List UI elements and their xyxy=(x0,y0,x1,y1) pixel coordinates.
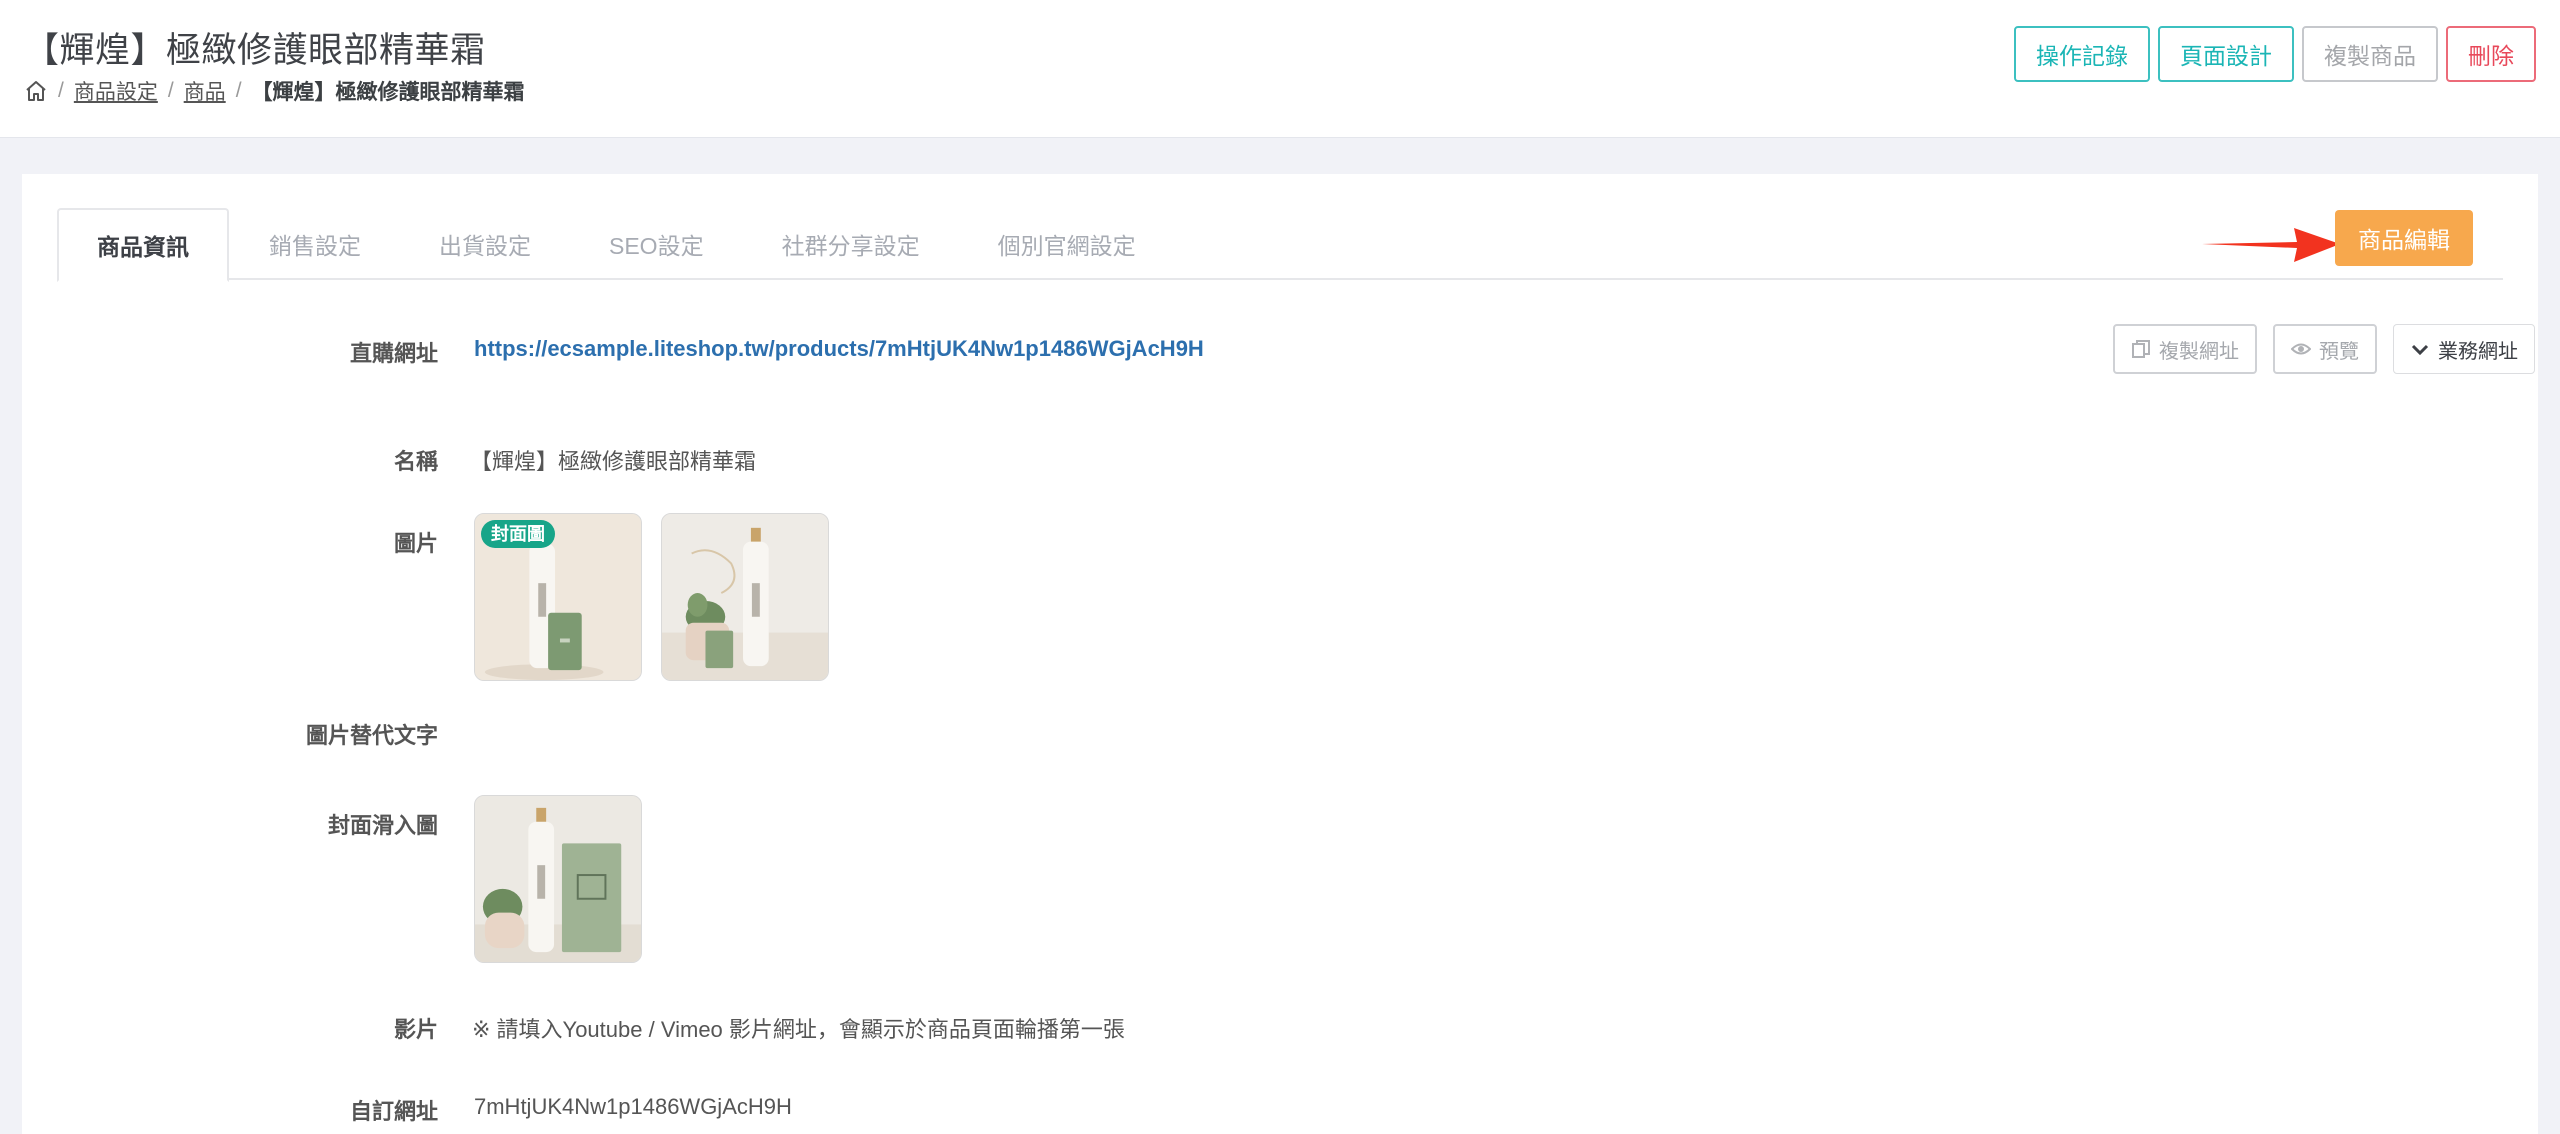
chevron-down-icon xyxy=(2411,344,2429,356)
edit-product-button[interactable]: 商品編輯 xyxy=(2335,210,2473,266)
images-label: 圖片 xyxy=(393,531,438,556)
breadcrumb-separator: / xyxy=(58,79,64,102)
breadcrumb-separator: / xyxy=(167,79,174,102)
direct-url-label: 直購網址 xyxy=(349,341,438,366)
cover-slide-image[interactable] xyxy=(474,795,642,963)
page-title: 【輝煌】極緻修護眼部精華霜 xyxy=(24,31,486,70)
business-url-label: 業務網址 xyxy=(2438,340,2518,363)
operation-log-button[interactable]: 操作記錄 xyxy=(2014,26,2150,82)
business-url-dropdown[interactable]: 業務網址 xyxy=(2393,324,2535,374)
product-image-1[interactable]: 封面圖 xyxy=(474,513,642,681)
product-photo-bottle-plant xyxy=(662,514,828,680)
breadcrumb-link-product-settings[interactable]: 商品設定 xyxy=(74,76,158,106)
top-header: 【輝煌】極緻修護眼部精華霜 / 商品設定 / 商品 / 【輝煌】極緻修護眼部精華… xyxy=(0,0,2560,138)
tab-bar: 商品資訊 銷售設定 出貨設定 SEO設定 社群分享設定 個別官網設定 xyxy=(57,208,2503,282)
video-label: 影片 xyxy=(393,1017,438,1042)
copy-url-button[interactable]: 複製網址 xyxy=(2113,324,2257,374)
custom-url-label: 自訂網址 xyxy=(349,1099,438,1124)
tab-product-info[interactable]: 商品資訊 xyxy=(57,208,229,282)
product-card: 商品資訊 銷售設定 出貨設定 SEO設定 社群分享設定 個別官網設定 商品編輯 … xyxy=(22,174,2538,1134)
breadcrumb-separator: / xyxy=(235,79,242,102)
name-label: 名稱 xyxy=(393,449,438,474)
tab-shipping-settings[interactable]: 出貨設定 xyxy=(401,208,569,280)
tab-social-share-settings[interactable]: 社群分享設定 xyxy=(744,208,958,280)
delete-button[interactable]: 刪除 xyxy=(2446,26,2536,82)
eye-icon xyxy=(2291,343,2311,355)
cover-slide-image-label: 封面滑入圖 xyxy=(327,813,438,838)
red-arrow-icon xyxy=(2202,228,2340,262)
tab-seo-settings[interactable]: SEO設定 xyxy=(571,208,742,280)
image-alt-text-label: 圖片替代文字 xyxy=(305,723,438,748)
copy-url-label: 複製網址 xyxy=(2159,340,2239,363)
copy-product-button[interactable]: 複製商品 xyxy=(2302,26,2438,82)
breadcrumb: / 商品設定 / 商品 / 【輝煌】極緻修護眼部精華霜 xyxy=(24,76,525,106)
direct-url-link[interactable]: https://ecsample.liteshop.tw/products/7m… xyxy=(474,336,1204,362)
video-hint: ※ 請填入Youtube / Vimeo 影片網址，會顯示於商品頁面輪播第一張 xyxy=(472,1017,1125,1042)
page-design-button[interactable]: 頁面設計 xyxy=(2158,26,2294,82)
name-value: 【輝煌】極緻修護眼部精華霜 xyxy=(470,449,757,474)
breadcrumb-current: 【輝煌】極緻修護眼部精華霜 xyxy=(251,81,525,104)
custom-url-value: 7mHtjUK4Nw1p1486WGjAcH9H xyxy=(474,1094,792,1119)
preview-button[interactable]: 預覽 xyxy=(2273,324,2377,374)
home-icon[interactable] xyxy=(24,79,48,103)
cover-badge: 封面圖 xyxy=(481,520,555,548)
preview-label: 預覽 xyxy=(2319,340,2359,363)
tab-sales-settings[interactable]: 銷售設定 xyxy=(231,208,399,280)
url-actions: 複製網址 預覽 業務網址 xyxy=(2113,324,2535,374)
copy-icon xyxy=(2132,340,2150,358)
breadcrumb-link-products[interactable]: 商品 xyxy=(184,76,226,106)
tab-site-settings[interactable]: 個別官網設定 xyxy=(960,208,1174,280)
header-actions: 操作記錄 頁面設計 複製商品 刪除 xyxy=(2014,26,2536,82)
product-photo-bottle-book xyxy=(475,796,641,962)
product-image-2[interactable] xyxy=(661,513,829,681)
